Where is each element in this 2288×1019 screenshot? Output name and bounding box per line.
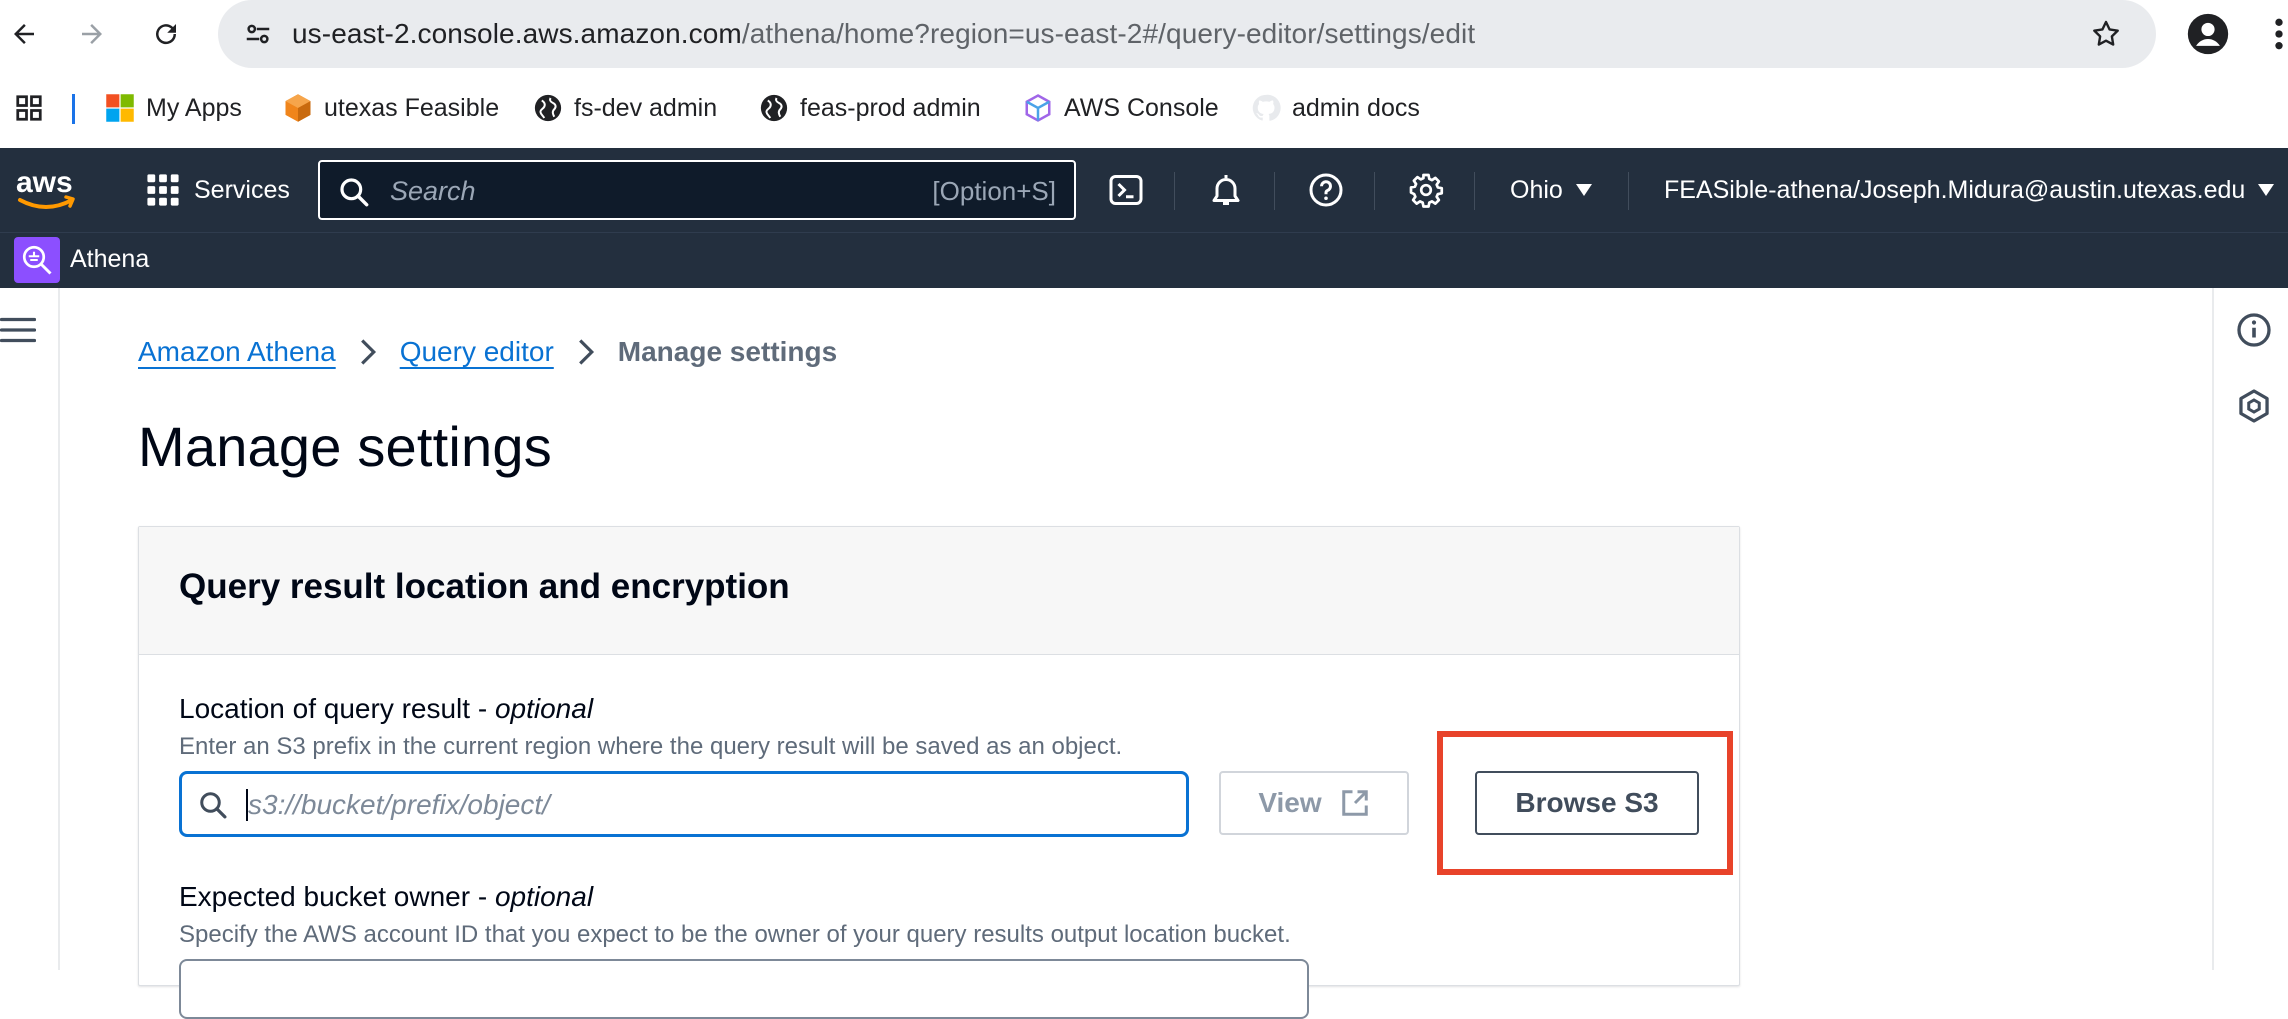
view-button[interactable]: View xyxy=(1219,771,1409,835)
services-menu-button[interactable]: Services xyxy=(146,170,290,210)
bookmark-feas-prod-admin[interactable]: feas-prod admin xyxy=(758,90,981,126)
text-caret xyxy=(246,789,248,821)
account-menu[interactable]: FEASible-athena/Joseph.Midura@austin.ute… xyxy=(1664,170,2275,210)
caret-down-icon xyxy=(1575,184,1592,196)
apps-grid-icon[interactable] xyxy=(14,90,44,126)
breadcrumb: Amazon Athena Query editor Manage settin… xyxy=(138,332,837,372)
globe-icon xyxy=(758,92,790,124)
forward-button[interactable] xyxy=(70,12,114,56)
chevron-right-icon xyxy=(554,339,618,365)
owner-label: Expected bucket owner - optional xyxy=(179,881,594,912)
browse-s3-button[interactable]: Browse S3 xyxy=(1475,771,1699,835)
service-bar: Athena xyxy=(0,232,2288,288)
bookmark-fs-dev-admin[interactable]: fs-dev admin xyxy=(532,90,717,126)
expected-bucket-owner-input[interactable] xyxy=(179,959,1309,1019)
site-settings-icon[interactable] xyxy=(238,16,278,52)
reload-icon xyxy=(156,24,177,45)
package-icon xyxy=(282,92,314,124)
hexagon-help-icon[interactable] xyxy=(2236,388,2272,424)
bookmark-divider xyxy=(72,94,75,124)
arrow-right-icon xyxy=(82,24,102,44)
gear-icon[interactable] xyxy=(1406,170,1446,210)
page-title: Manage settings xyxy=(138,415,552,478)
reload-button[interactable] xyxy=(144,12,188,56)
bookmark-star-icon[interactable] xyxy=(2086,14,2126,54)
region-selector[interactable]: Ohio xyxy=(1510,170,1593,210)
menu-hamburger-icon[interactable] xyxy=(0,312,37,348)
caret-down-icon xyxy=(2258,184,2275,196)
bookmark-admin-docs[interactable]: admin docs xyxy=(1250,90,1420,126)
owner-description: Specify the AWS account ID that you expe… xyxy=(179,921,1291,948)
github-icon xyxy=(1250,92,1282,124)
search-shortcut: [Option+S] xyxy=(932,176,1056,206)
search-icon xyxy=(200,792,227,819)
aws-search-input[interactable]: Search [Option+S] xyxy=(318,160,1076,220)
microsoft-icon xyxy=(104,92,136,124)
info-icon[interactable] xyxy=(2236,312,2272,348)
breadcrumb-query-editor[interactable]: Query editor xyxy=(400,336,554,368)
breadcrumb-amazon-athena[interactable]: Amazon Athena xyxy=(138,336,336,368)
search-icon xyxy=(340,178,369,207)
address-bar[interactable]: us-east-2.console.aws.amazon.com/athena/… xyxy=(218,0,2156,68)
panel-header: Query result location and encryption xyxy=(139,527,1739,655)
query-result-panel: Query result location and encryption Loc… xyxy=(138,526,1740,1019)
cloudshell-icon[interactable] xyxy=(1106,170,1146,210)
bookmarks-bar: My Apps utexas Feasible fs-dev admin fea… xyxy=(0,80,2288,136)
bookmark-my-apps[interactable]: My Apps xyxy=(104,90,242,126)
chevron-right-icon xyxy=(336,339,400,365)
svg-text:aws: aws xyxy=(16,166,73,199)
url-text: us-east-2.console.aws.amazon.com/athena/… xyxy=(292,18,1476,49)
browser-menu-icon[interactable] xyxy=(2270,14,2288,54)
panel-title: Query result location and encryption xyxy=(179,567,790,606)
cube-icon xyxy=(1022,92,1054,124)
back-button[interactable] xyxy=(2,12,46,56)
aws-top-nav: aws Services Search [Option+S] Ohio FEAS… xyxy=(0,148,2288,232)
nav-divider xyxy=(1274,172,1275,210)
help-icon[interactable] xyxy=(1306,170,1346,210)
aws-logo-icon[interactable]: aws xyxy=(14,164,78,216)
notifications-bell-icon[interactable] xyxy=(1206,170,1246,210)
athena-service-icon[interactable] xyxy=(14,237,60,283)
search-placeholder: Search xyxy=(390,176,476,206)
external-link-icon xyxy=(1341,790,1368,816)
grid-icon xyxy=(147,174,179,206)
nav-divider xyxy=(1628,172,1629,210)
arrow-left-icon xyxy=(14,24,34,44)
browser-toolbar: us-east-2.console.aws.amazon.com/athena/… xyxy=(0,0,2288,68)
bookmark-aws-console[interactable]: AWS Console xyxy=(1022,90,1219,126)
nav-divider xyxy=(1374,172,1375,210)
left-nav-rail xyxy=(0,288,60,970)
location-label: Location of query result - optional xyxy=(179,693,594,724)
service-name[interactable]: Athena xyxy=(70,245,149,274)
nav-divider xyxy=(1474,172,1475,210)
location-description: Enter an S3 prefix in the current region… xyxy=(179,733,1123,760)
profile-avatar-icon[interactable] xyxy=(2186,12,2230,56)
breadcrumb-current: Manage settings xyxy=(617,336,838,367)
nav-divider xyxy=(1174,172,1175,210)
bookmark-utexas-feasible[interactable]: utexas Feasible xyxy=(282,90,499,126)
location-placeholder: s3://bucket/prefix/object/ xyxy=(248,789,550,820)
query-result-location-input[interactable]: s3://bucket/prefix/object/ xyxy=(179,771,1189,837)
globe-icon xyxy=(532,92,564,124)
right-tools-rail xyxy=(2212,288,2288,970)
